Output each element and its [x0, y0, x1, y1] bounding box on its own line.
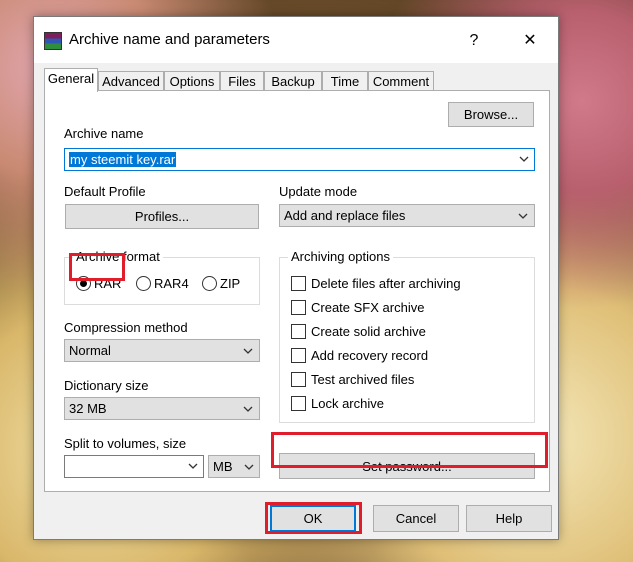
chevron-down-icon[interactable]: [519, 156, 529, 163]
help-title-button[interactable]: ?: [454, 27, 494, 55]
checkbox-create-solid[interactable]: [291, 324, 306, 339]
chevron-down-icon: [243, 348, 253, 354]
archive-name-label: Archive name: [64, 126, 144, 141]
checkbox-delete-files[interactable]: [291, 276, 306, 291]
checkbox-test-files[interactable]: [291, 372, 306, 387]
tab-comment[interactable]: Comment: [368, 71, 434, 91]
checkbox-delete-files-label: Delete files after archiving: [311, 276, 461, 291]
archive-name-input[interactable]: my steemit key.rar: [64, 148, 535, 171]
checkbox-test-files-label: Test archived files: [311, 372, 415, 387]
split-volumes-input[interactable]: [64, 455, 204, 478]
chevron-down-icon: [518, 213, 528, 219]
radio-zip[interactable]: [202, 276, 217, 291]
tab-files[interactable]: Files: [220, 71, 264, 91]
archiving-options-group: Archiving options Delete files after arc…: [279, 249, 535, 423]
default-profile-label: Default Profile: [64, 184, 146, 199]
archiving-options-label: Archiving options: [288, 249, 393, 264]
compression-method-value: Normal: [69, 343, 111, 358]
browse-button[interactable]: Browse...: [448, 102, 534, 127]
tab-backup[interactable]: Backup: [264, 71, 322, 91]
radio-rar4[interactable]: [136, 276, 151, 291]
tab-options[interactable]: Options: [164, 71, 220, 91]
tab-general[interactable]: General: [44, 68, 98, 92]
radio-zip-label: ZIP: [220, 276, 241, 291]
tab-advanced[interactable]: Advanced: [98, 71, 164, 91]
checkbox-create-sfx-label: Create SFX archive: [311, 300, 425, 315]
window-title: Archive name and parameters: [69, 31, 270, 48]
checkbox-lock-archive-label: Lock archive: [311, 396, 384, 411]
update-mode-value: Add and replace files: [284, 208, 406, 223]
highlight-set-password-annotation: [271, 432, 548, 468]
checkbox-create-solid-label: Create solid archive: [311, 324, 426, 339]
help-button[interactable]: Help: [466, 505, 552, 532]
close-button[interactable]: ✕: [510, 27, 550, 55]
checkbox-create-sfx[interactable]: [291, 300, 306, 315]
radio-rar4-label: RAR4: [154, 276, 189, 291]
split-unit-select[interactable]: MB: [208, 455, 260, 478]
tab-time[interactable]: Time: [322, 71, 368, 91]
split-unit-value: MB: [213, 459, 233, 474]
title-bar: Archive name and parameters ? ✕: [34, 17, 558, 63]
dictionary-size-select[interactable]: 32 MB: [64, 397, 260, 420]
dictionary-size-label: Dictionary size: [64, 378, 149, 393]
dictionary-size-value: 32 MB: [69, 401, 107, 416]
profiles-button[interactable]: Profiles...: [65, 204, 259, 229]
split-volumes-label: Split to volumes, size: [64, 436, 187, 451]
cancel-button[interactable]: Cancel: [373, 505, 459, 532]
checkbox-recovery-record-label: Add recovery record: [311, 348, 429, 363]
chevron-down-icon[interactable]: [188, 463, 198, 470]
chevron-down-icon: [243, 406, 253, 412]
checkbox-lock-archive[interactable]: [291, 396, 306, 411]
winrar-icon: [44, 32, 62, 50]
update-mode-label: Update mode: [279, 184, 358, 199]
highlight-ok-annotation: [265, 502, 362, 534]
update-mode-select[interactable]: Add and replace files: [279, 204, 535, 227]
compression-method-select[interactable]: Normal: [64, 339, 260, 362]
compression-method-label: Compression method: [64, 320, 188, 335]
archive-name-value: my steemit key.rar: [69, 152, 177, 167]
checkbox-recovery-record[interactable]: [291, 348, 306, 363]
chevron-down-icon: [244, 464, 254, 470]
highlight-rar-annotation: [69, 253, 125, 281]
